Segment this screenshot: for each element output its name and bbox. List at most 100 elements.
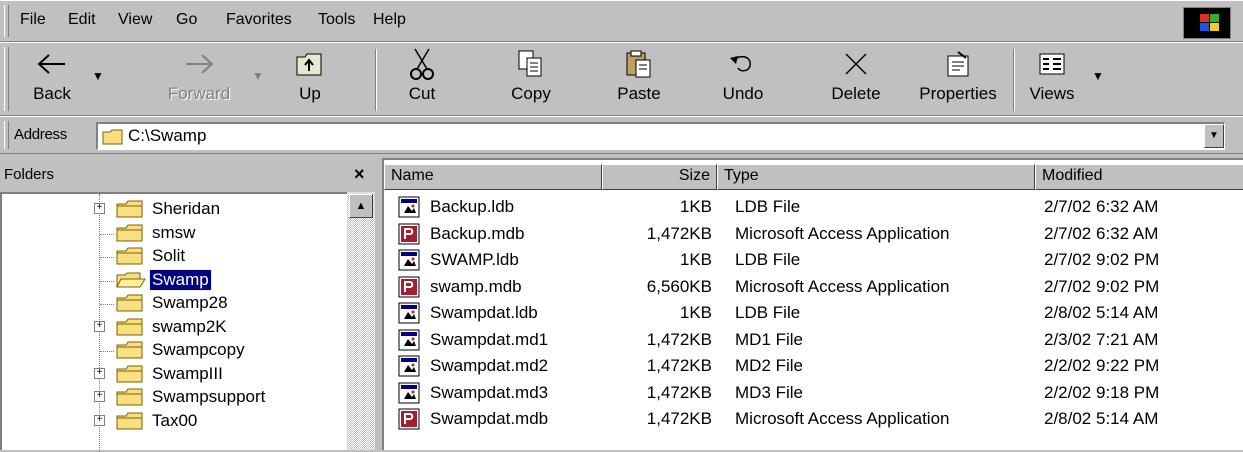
properties-button[interactable]: Properties: [908, 46, 1008, 114]
scroll-up-arrow-icon[interactable]: ▲: [349, 194, 373, 218]
folder-icon: [116, 199, 146, 224]
file-size: 6,560KB: [646, 276, 712, 296]
forward-dropdown-icon[interactable]: ▼: [252, 69, 264, 83]
ldb-file-icon: [398, 329, 420, 356]
file-row[interactable]: Backup.mdb 1,472KB Microsoft Access Applic…: [384, 221, 1243, 247]
file-row[interactable]: Swampdat.md1 1,472KB MD1 File 2/3/02 7:21 A…: [384, 327, 1243, 353]
file-modified: 2/3/02 7:21 AM: [1044, 329, 1159, 349]
tree-connector: [100, 351, 114, 352]
file-row[interactable]: Swampdat.md3 1,472KB MD3 File 2/2/02 9:18 P…: [384, 380, 1243, 406]
back-dropdown-icon[interactable]: ▼: [92, 69, 104, 83]
file-type: MD1 File: [735, 329, 804, 349]
menu-help[interactable]: Help: [373, 11, 406, 29]
address-bar: Address C:\Swamp ▼: [0, 116, 1243, 154]
tree-scrollbar[interactable]: ▲: [347, 192, 375, 450]
properties-icon: [908, 46, 1008, 82]
paste-label: Paste: [617, 84, 661, 103]
menu-bar: File Edit View Go Favorites Tools Help: [0, 0, 1243, 42]
expand-plus-icon[interactable]: +: [94, 391, 105, 402]
file-type: LDB File: [735, 197, 801, 216]
file-size: 1,472KB: [646, 356, 712, 375]
folder-icon: [116, 246, 146, 271]
back-label: Back: [33, 84, 71, 103]
undo-icon: [713, 46, 773, 82]
file-type: Microsoft Access Application: [735, 276, 950, 296]
address-field[interactable]: C:\Swamp ▼: [96, 122, 1225, 150]
views-dropdown-icon[interactable]: ▼: [1092, 69, 1104, 83]
forward-button[interactable]: Forward: [158, 46, 240, 114]
tree-connector: [100, 257, 114, 258]
menu-go[interactable]: Go: [176, 11, 197, 29]
menu-tools[interactable]: Tools: [318, 11, 355, 29]
expand-plus-icon[interactable]: +: [94, 367, 105, 379]
menu-file[interactable]: File: [20, 11, 46, 29]
close-icon[interactable]: ×: [354, 164, 365, 185]
paste-button[interactable]: Paste: [606, 46, 672, 114]
file-row[interactable]: swamp.mdb 6,560KB Microsoft Access Applica…: [384, 274, 1243, 300]
file-name: Swampdat.md1: [430, 329, 549, 349]
toolbar-separator: [375, 49, 377, 111]
cut-label: Cut: [408, 84, 436, 103]
menu-edit[interactable]: Edit: [68, 11, 96, 29]
access-app-icon: [398, 276, 420, 303]
file-type: Microsoft Access Application: [735, 223, 950, 243]
column-headers: Name Size Type Modified: [384, 164, 1243, 190]
views-button[interactable]: Views: [1024, 46, 1080, 114]
folders-pane-header: Folders ×: [0, 158, 376, 192]
tree-item-label: Solit: [152, 246, 186, 265]
ldb-file-icon: [398, 249, 420, 276]
file-type: Microsoft Access Application: [735, 409, 950, 428]
tree-item-label: Tax00: [152, 410, 198, 430]
column-header-type[interactable]: Type: [717, 164, 1035, 190]
tree-item-label: Swampsupport: [152, 387, 266, 406]
tree-item-label: SwampIII: [152, 363, 223, 383]
expand-plus-icon[interactable]: +: [94, 203, 105, 214]
tree-item-label: swamp2K: [152, 316, 227, 336]
ldb-file-icon: [398, 196, 420, 223]
tree-item-label: Swamp28: [152, 293, 228, 312]
column-header-name[interactable]: Name: [384, 164, 602, 190]
column-header-size[interactable]: Size: [602, 164, 717, 190]
expand-plus-icon[interactable]: +: [94, 320, 105, 332]
up-button[interactable]: Up: [278, 46, 342, 114]
file-row[interactable]: Backup.ldb 1KB LDB File 2/7/02 6:32 AM: [384, 194, 1243, 220]
copy-button[interactable]: Copy: [498, 46, 564, 114]
file-row[interactable]: Swampdat.md2 1,472KB MD2 File 2/2/02 9:22 P…: [384, 353, 1243, 379]
expand-plus-icon[interactable]: +: [94, 414, 105, 426]
menu-view[interactable]: View: [118, 11, 152, 29]
up-folder-icon: [278, 46, 342, 82]
address-dropdown-button[interactable]: ▼: [1204, 124, 1224, 148]
ldb-file-icon: [398, 382, 420, 409]
address-grip[interactable]: [4, 121, 9, 149]
file-size: 1,472KB: [646, 223, 712, 243]
copy-icon: [498, 46, 564, 82]
file-row[interactable]: Swampdat.mdb 1,472KB Microsoft Access Appl…: [384, 406, 1243, 432]
folder-tree: + Sheridan smsw Solit Swamp Swamp28 + swamp2K Sw…: [0, 192, 347, 452]
folders-title: Folders: [4, 166, 55, 183]
file-modified: 2/7/02 6:32 AM: [1044, 223, 1159, 243]
windows-logo-icon: [1183, 7, 1231, 39]
folder-icon: [116, 387, 146, 412]
tree-connector: [100, 233, 114, 235]
menu-favorites[interactable]: Favorites: [226, 11, 292, 29]
cut-button[interactable]: Cut: [392, 46, 452, 114]
column-header-modified[interactable]: Modified: [1035, 164, 1243, 190]
file-type: LDB File: [735, 303, 801, 322]
file-modified: 2/2/02 9:22 PM: [1044, 356, 1160, 375]
menu-grip[interactable]: [4, 5, 9, 37]
ldb-file-icon: [398, 355, 420, 382]
back-button[interactable]: Back: [20, 46, 84, 114]
back-arrow-icon: [20, 46, 84, 82]
undo-button[interactable]: Undo: [713, 46, 773, 114]
access-app-icon: [398, 223, 420, 250]
forward-arrow-icon: [158, 46, 240, 82]
file-row[interactable]: SWAMP.ldb 1KB LDB File 2/7/02 9:02 PM: [384, 247, 1243, 273]
views-label: Views: [1029, 84, 1075, 103]
toolbar-grip[interactable]: [4, 47, 9, 111]
file-row[interactable]: Swampdat.ldb 1KB LDB File 2/8/02 5:14 AM: [384, 300, 1243, 326]
address-value[interactable]: C:\Swamp: [128, 126, 206, 146]
file-type: LDB File: [735, 250, 801, 269]
file-name: Swampdat.mdb: [430, 409, 549, 428]
delete-button[interactable]: Delete: [818, 46, 894, 114]
delete-x-icon: [818, 46, 894, 82]
